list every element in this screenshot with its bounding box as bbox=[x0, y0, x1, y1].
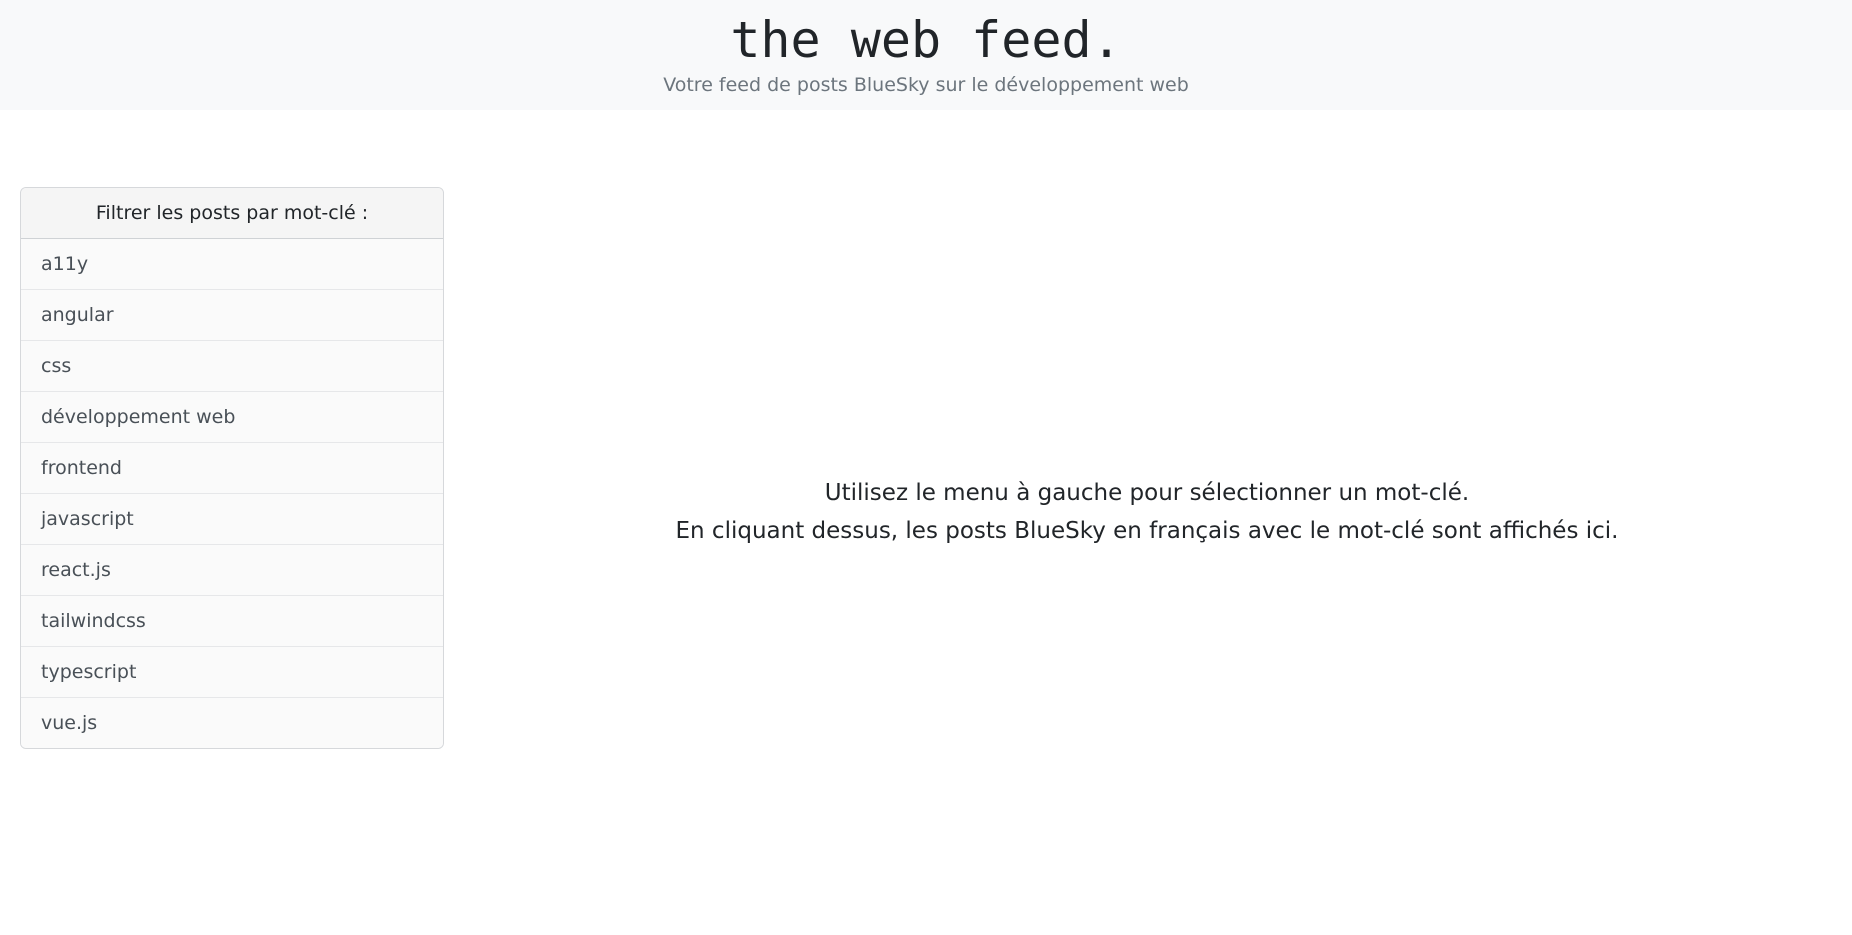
keyword-filter-panel: Filtrer les posts par mot-clé : a11y ang… bbox=[20, 187, 444, 749]
keyword-filter-heading: Filtrer les posts par mot-clé : bbox=[21, 188, 443, 239]
keyword-item-a11y[interactable]: a11y bbox=[21, 239, 443, 289]
keyword-item-css[interactable]: css bbox=[21, 340, 443, 391]
empty-state-line-1: Utilisez le menu à gauche pour sélection… bbox=[824, 480, 1470, 506]
site-title: the web feed. bbox=[730, 11, 1122, 69]
keyword-item-tailwindcss[interactable]: tailwindcss bbox=[21, 595, 443, 646]
keyword-item-developpement-web[interactable]: développement web bbox=[21, 391, 443, 442]
keyword-list: a11y angular css développement web front… bbox=[21, 239, 443, 748]
keyword-item-vuejs[interactable]: vue.js bbox=[21, 697, 443, 748]
keyword-item-frontend[interactable]: frontend bbox=[21, 442, 443, 493]
keyword-item-javascript[interactable]: javascript bbox=[21, 493, 443, 544]
empty-state-message: Utilisez le menu à gauche pour sélection… bbox=[442, 474, 1852, 550]
site-subtitle: Votre feed de posts BlueSky sur le dével… bbox=[663, 74, 1189, 96]
keyword-item-typescript[interactable]: typescript bbox=[21, 646, 443, 697]
site-header: the web feed. Votre feed de posts BlueSk… bbox=[0, 0, 1852, 110]
keyword-item-reactjs[interactable]: react.js bbox=[21, 544, 443, 595]
keyword-item-angular[interactable]: angular bbox=[21, 289, 443, 340]
empty-state-line-2: En cliquant dessus, les posts BlueSky en… bbox=[675, 518, 1619, 544]
